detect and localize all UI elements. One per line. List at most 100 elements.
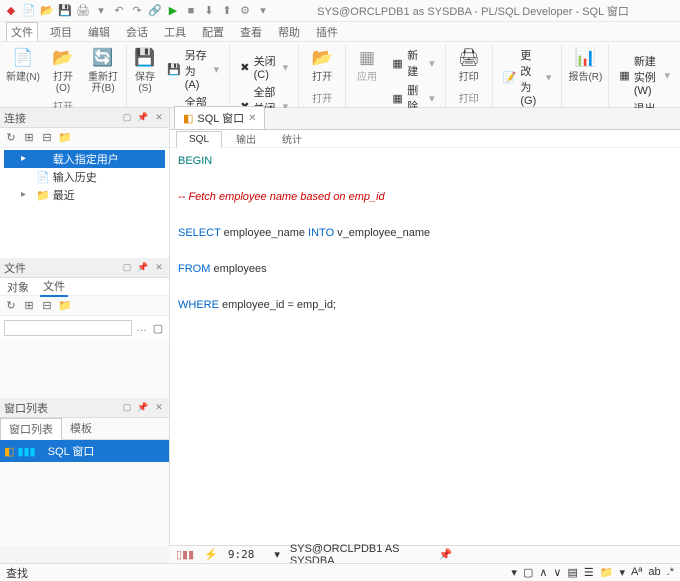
ws-item-0[interactable]: ▦新建 ▾ (390, 46, 437, 80)
tab-edit[interactable]: 编辑 (84, 23, 114, 41)
refresh-icon[interactable]: ↻ (4, 131, 18, 145)
ribbon-tabs: 文件 项目 编辑 会话 工具 配置 查看 帮助 插件 (0, 22, 680, 42)
more-icon[interactable]: ▾ (256, 4, 270, 18)
find-folder-icon[interactable]: 📁 (600, 566, 614, 579)
tab-view[interactable]: 查看 (236, 23, 266, 41)
redo-icon[interactable]: ↷ (130, 4, 144, 18)
connections-tree[interactable]: ▸👤载入指定用户📄输入历史▸📁最近 (0, 148, 169, 258)
open-btn-2[interactable]: 🔄重新打开(B) (84, 44, 122, 96)
sql-icon: ◧ (4, 445, 14, 458)
ribbon: 📄新建(N)📂打开(O)🔄重新打开(B) 打开 💾保存(S) 💾另存为(A) ▾… (0, 42, 680, 108)
panel-dropdown-icon[interactable]: ▢ (121, 112, 133, 124)
panel-close-icon[interactable]: ✕ (153, 402, 165, 414)
files-subtabs: 对象 文件 (0, 278, 169, 296)
find-opt2-icon[interactable]: ▾ (619, 566, 625, 579)
stop-icon[interactable]: ■ (184, 4, 198, 18)
settings-icon[interactable]: ⚙ (238, 4, 252, 18)
add-icon[interactable]: ⊞ (22, 131, 36, 145)
tab-session[interactable]: 会话 (122, 23, 152, 41)
conn-toolbar: ↻ ⊞ ⊟ 📁 (0, 128, 169, 148)
find-highlight-icon[interactable]: ▤ (567, 566, 577, 579)
undo-icon[interactable]: ↶ (112, 4, 126, 18)
link-icon[interactable]: 🔗 (148, 4, 162, 18)
editor-tab-sql[interactable]: ◧ SQL 窗口 ✕ (174, 106, 265, 129)
commit-icon[interactable]: ⬇ (202, 4, 216, 18)
expand-icon[interactable]: ▸ (21, 153, 33, 165)
tree-node-2[interactable]: ▸📁最近 (4, 186, 165, 204)
new-icon[interactable]: 📄 (22, 4, 36, 18)
find-prev-icon[interactable]: ∧ (539, 566, 547, 579)
node-icon: 📄 (36, 171, 50, 184)
tree-node-0[interactable]: ▸👤载入指定用户 (4, 150, 165, 168)
panel-pin-icon[interactable]: 📌 (137, 402, 149, 414)
find-case-icon[interactable]: Aª (631, 566, 642, 579)
subtab-sql[interactable]: SQL (176, 131, 222, 148)
find-regex-icon[interactable]: .* (667, 566, 674, 579)
find-word-icon[interactable]: ab (648, 566, 660, 579)
tab-config[interactable]: 配置 (198, 23, 228, 41)
browse-icon[interactable]: 📁 (58, 299, 72, 313)
tab-windowlist[interactable]: 窗口列表 (0, 418, 62, 440)
group-app: ▦新建实例(W) ▾⎋退出(X) ▾ 应用程序 (609, 44, 680, 107)
left-column: 连接 ▢📌✕ ↻ ⊞ ⊟ 📁 ▸👤载入指定用户📄输入历史▸📁最近 文件 ▢📌✕ … (0, 108, 170, 546)
panel-close-icon[interactable]: ✕ (153, 262, 165, 274)
window-list[interactable]: ◧▮▮▮ SQL 窗口 (0, 440, 169, 462)
run-icon[interactable]: ▶ (166, 4, 180, 18)
expand-icon[interactable] (21, 171, 33, 183)
group-open: 📄新建(N)📂打开(O)🔄重新打开(B) 打开 (0, 44, 127, 107)
wlist-item-0[interactable]: ◧▮▮▮ SQL 窗口 (0, 440, 169, 462)
files-panel: 文件 ▢ 📌 ✕ 对象 文件 ↻ ⊞ ⊟ 📁 … ▢ (0, 258, 169, 398)
qat-dropdown-icon[interactable]: ▾ (94, 4, 108, 18)
panel-pin-icon[interactable]: 📌 (137, 262, 149, 274)
save-icon[interactable]: 💾 (58, 4, 72, 18)
expand-icon[interactable]: ▸ (21, 189, 33, 201)
remove-icon[interactable]: ⊟ (40, 299, 54, 313)
open-btn-0[interactable]: 📄新建(N) (4, 44, 42, 96)
filter-go-icon[interactable]: ▢ (151, 321, 165, 335)
remove-icon[interactable]: ⊟ (40, 131, 54, 145)
open-icon[interactable]: 📂 (40, 4, 54, 18)
close-item-0[interactable]: ✖关闭(C) ▾ (238, 52, 290, 82)
tree-node-1[interactable]: 📄输入历史 (4, 168, 165, 186)
refresh-icon[interactable]: ↻ (4, 299, 18, 313)
tab-files[interactable]: 文件 (40, 277, 68, 297)
main-area: 连接 ▢📌✕ ↻ ⊞ ⊟ 📁 ▸👤载入指定用户📄输入历史▸📁最近 文件 ▢📌✕ … (0, 108, 680, 546)
filter-ellipsis[interactable]: … (136, 322, 147, 334)
pin-icon[interactable]: 📌 (439, 548, 453, 561)
app-item-0[interactable]: ▦新建实例(W) ▾ (617, 52, 672, 98)
subtab-output[interactable]: 输出 (224, 129, 268, 148)
apply-button[interactable]: ▦应用 (350, 44, 384, 152)
tab-project[interactable]: 项目 (46, 23, 76, 41)
tab-template[interactable]: 模板 (62, 418, 100, 439)
tab-objects[interactable]: 对象 (4, 278, 32, 296)
window-list-panel: 窗口列表 ▢📌✕ 窗口列表 模板 ◧▮▮▮ SQL 窗口 (0, 398, 169, 546)
filter-input[interactable] (4, 320, 132, 336)
save-small-0[interactable]: 💾另存为(A) ▾ (165, 46, 221, 92)
sql-editor[interactable]: BEGIN -- Fetch employee name based on em… (170, 148, 680, 546)
close-tab-icon[interactable]: ✕ (248, 113, 256, 124)
panel-dropdown-icon[interactable]: ▢ (121, 402, 133, 414)
print-icon[interactable]: 🖨 (76, 4, 90, 18)
open-btn-1[interactable]: 📂打开(O) (44, 44, 82, 96)
open2-button[interactable]: 📂打开 (303, 44, 341, 85)
tab-help[interactable]: 帮助 (274, 23, 304, 41)
add-icon[interactable]: ⊞ (22, 299, 36, 313)
find-next-icon[interactable]: ∨ (553, 566, 561, 579)
find-opt-icon[interactable]: ▢ (523, 566, 533, 579)
group-doc: 📝更改为(G) ▾📋复制到(C) ▾✉电子邮件(E) ▾ 文档 (493, 44, 563, 107)
tab-tools[interactable]: 工具 (160, 23, 190, 41)
find-list-icon[interactable]: ☰ (584, 566, 594, 579)
folder-icon[interactable]: 📁 (58, 131, 72, 145)
rollback-icon[interactable]: ⬆ (220, 4, 234, 18)
doc-item-0[interactable]: 📝更改为(G) ▾ (501, 46, 554, 108)
panel-dropdown-icon[interactable]: ▢ (121, 262, 133, 274)
panel-close-icon[interactable]: ✕ (153, 112, 165, 124)
panel-pin-icon[interactable]: 📌 (137, 112, 149, 124)
find-dropdown-icon[interactable]: ▾ (511, 566, 517, 579)
report-button[interactable]: 📊报告(R) (566, 44, 604, 85)
tab-plugins[interactable]: 插件 (312, 23, 342, 41)
save-icon: 💾 (133, 46, 157, 70)
print-button[interactable]: 🖨打印 (450, 44, 488, 85)
subtab-stats[interactable]: 统计 (270, 129, 314, 148)
tab-file[interactable]: 文件 (6, 22, 38, 41)
